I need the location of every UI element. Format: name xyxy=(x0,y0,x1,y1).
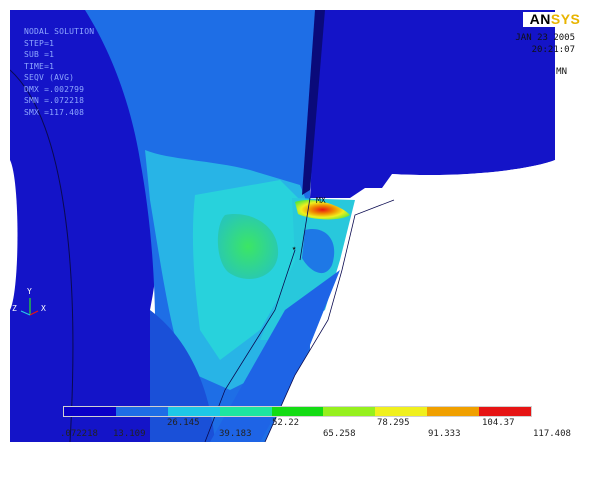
legend-label: .072218 xyxy=(60,429,98,439)
legend-swatch xyxy=(427,407,480,416)
legend-swatch xyxy=(167,407,220,416)
min-label: MN xyxy=(556,67,567,77)
time-text: 20:21:07 xyxy=(531,45,575,55)
triad-z-label: Z xyxy=(12,304,17,313)
fea-contour-plot xyxy=(10,10,587,442)
timestamp: JAN 23 2005 20:21:07 xyxy=(515,32,575,56)
legend-label: 39.183 xyxy=(219,429,252,439)
logo-an: AN xyxy=(529,11,551,27)
date-text: JAN 23 2005 xyxy=(515,33,575,43)
triad-x-label: X xyxy=(41,304,46,313)
legend-label: 117.408 xyxy=(533,429,571,439)
legend-label: 78.295 xyxy=(377,418,410,428)
result-info-block: NODAL SOLUTION STEP=1 SUB =1 TIME=1 SEQV… xyxy=(24,26,94,118)
info-line: SMN =.072218 xyxy=(24,96,85,105)
info-line: DMX =.002799 xyxy=(24,84,85,94)
legend-swatch xyxy=(375,407,428,416)
legend-label: 65.258 xyxy=(323,429,356,439)
legend-label: 104.37 xyxy=(482,418,515,428)
contour-legend-bar xyxy=(63,406,532,417)
logo-sys: SYS xyxy=(550,11,581,27)
legend-swatch xyxy=(219,407,272,416)
info-line: STEP=1 xyxy=(24,38,55,48)
legend-label: 26.145 xyxy=(167,418,200,428)
info-line: SEQV (AVG) xyxy=(24,73,75,82)
info-line: SUB =1 xyxy=(24,50,55,59)
min-marker: ★ xyxy=(292,244,297,252)
legend-swatch xyxy=(479,407,532,416)
info-line: TIME=1 xyxy=(24,61,55,71)
graphics-viewport[interactable]: NODAL SOLUTION STEP=1 SUB =1 TIME=1 SEQV… xyxy=(10,10,587,442)
legend-swatch xyxy=(271,407,324,416)
legend-swatch xyxy=(323,407,376,416)
triad-y-label: Y xyxy=(27,287,32,296)
legend-label: 13.109 xyxy=(113,429,146,439)
info-line: NODAL SOLUTION xyxy=(24,27,95,36)
legend-swatch xyxy=(64,407,116,416)
max-label: MX xyxy=(316,196,326,205)
legend-label: 91.333 xyxy=(428,429,461,439)
ansys-logo: ANSYS xyxy=(523,12,587,27)
legend-swatch xyxy=(115,407,168,416)
info-line: SMX =117.408 xyxy=(24,107,85,117)
legend-label: 52.22 xyxy=(272,418,300,428)
